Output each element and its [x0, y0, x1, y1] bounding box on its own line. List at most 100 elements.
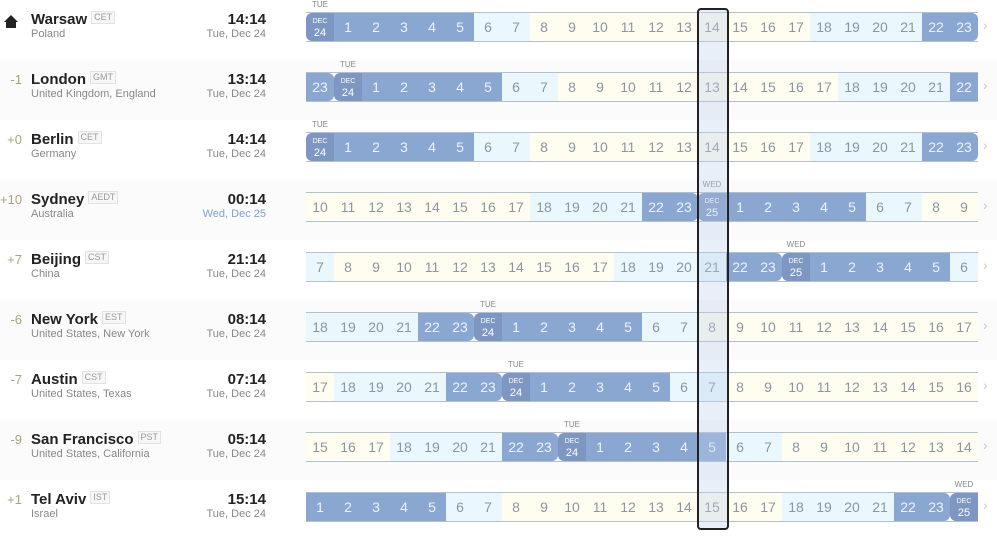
- hour-cell[interactable]: 22: [642, 193, 670, 221]
- hour-cell[interactable]: 15: [726, 13, 754, 41]
- hour-cell[interactable]: 3: [866, 253, 894, 281]
- hour-cell[interactable]: 15: [894, 313, 922, 341]
- hour-cell[interactable]: 6: [446, 493, 474, 521]
- hour-cell[interactable]: 10: [390, 253, 418, 281]
- hour-cell[interactable]: 4: [894, 253, 922, 281]
- hour-cell[interactable]: 3: [418, 73, 446, 101]
- hour-cell[interactable]: 13: [390, 193, 418, 221]
- hour-strip[interactable]: TUE DEC 24 1 2 3 4 5 6 7 8 9 10 11 12 13 14 15 16 17 18 19 20 2…: [306, 0, 978, 42]
- hour-cell[interactable]: 7: [670, 313, 698, 341]
- hour-cell[interactable]: 19: [642, 253, 670, 281]
- hour-cell[interactable]: 15: [754, 73, 782, 101]
- hour-cell[interactable]: 23: [446, 313, 474, 341]
- hour-cell[interactable]: 6: [726, 433, 754, 461]
- hour-cell[interactable]: 11: [642, 73, 670, 101]
- hour-cell[interactable]: 14: [670, 493, 698, 521]
- hour-cell[interactable]: 2: [754, 193, 782, 221]
- hour-cell[interactable]: 12: [810, 313, 838, 341]
- hour-cell[interactable]: 13: [474, 253, 502, 281]
- hour-cell[interactable]: 10: [558, 493, 586, 521]
- hour-cell[interactable]: 10: [306, 193, 334, 221]
- hour-strip[interactable]: 17 18 19 20 21 22 23 TUE DEC 24 1 2 3 4 5 6 7 8 9 10 11 12 13 1…: [306, 360, 978, 402]
- hour-cell[interactable]: 9: [810, 433, 838, 461]
- hour-cell[interactable]: 20: [894, 73, 922, 101]
- hour-cell[interactable]: 22: [894, 493, 922, 521]
- hour-cell[interactable]: 7: [502, 133, 530, 161]
- hour-cell[interactable]: 8: [782, 433, 810, 461]
- chevron-right-icon[interactable]: ›: [983, 437, 988, 453]
- hour-cell[interactable]: 1: [306, 493, 334, 521]
- hour-strip[interactable]: 18 19 20 21 22 23 TUE DEC 24 1 2 3 4 5 6 7 8 9 10 11 12 13 14 1…: [306, 300, 978, 342]
- hour-cell[interactable]: 23: [950, 13, 978, 41]
- hour-cell[interactable]: 2: [838, 253, 866, 281]
- hour-cell[interactable]: 3: [586, 373, 614, 401]
- hour-cell[interactable]: 17: [754, 493, 782, 521]
- hour-cell[interactable]: 20: [866, 133, 894, 161]
- day-start-cell[interactable]: DEC 25: [698, 193, 726, 221]
- day-start-cell[interactable]: DEC 24: [474, 313, 502, 341]
- hour-cell[interactable]: 21: [866, 493, 894, 521]
- hour-cell[interactable]: 19: [558, 193, 586, 221]
- hour-cell[interactable]: 17: [950, 313, 978, 341]
- hour-cell[interactable]: 3: [782, 193, 810, 221]
- hour-cell[interactable]: 7: [502, 13, 530, 41]
- hour-cell[interactable]: 5: [922, 253, 950, 281]
- hour-cell[interactable]: 10: [782, 373, 810, 401]
- hour-cell[interactable]: 18: [390, 433, 418, 461]
- hour-cell[interactable]: 2: [530, 313, 558, 341]
- hour-cell[interactable]: 23: [474, 373, 502, 401]
- hour-cell[interactable]: 3: [390, 133, 418, 161]
- day-start-cell[interactable]: DEC 25: [950, 493, 978, 521]
- hour-cell[interactable]: 8: [698, 313, 726, 341]
- hour-cell[interactable]: 11: [866, 433, 894, 461]
- hour-cell[interactable]: 22: [726, 253, 754, 281]
- hour-cell[interactable]: 16: [922, 313, 950, 341]
- hour-cell[interactable]: 22: [502, 433, 530, 461]
- hour-cell[interactable]: 9: [362, 253, 390, 281]
- hour-cell[interactable]: 20: [670, 253, 698, 281]
- hour-cell[interactable]: 8: [502, 493, 530, 521]
- hour-cell[interactable]: 15: [726, 133, 754, 161]
- hour-cell[interactable]: 20: [446, 433, 474, 461]
- hour-cell[interactable]: 17: [782, 13, 810, 41]
- day-start-cell[interactable]: DEC 24: [334, 73, 362, 101]
- hour-cell[interactable]: 3: [642, 433, 670, 461]
- hour-cell[interactable]: 8: [530, 13, 558, 41]
- hour-cell[interactable]: 3: [390, 13, 418, 41]
- hour-cell[interactable]: 4: [418, 133, 446, 161]
- hour-cell[interactable]: 21: [894, 133, 922, 161]
- hour-cell[interactable]: 12: [642, 133, 670, 161]
- hour-cell[interactable]: 2: [558, 373, 586, 401]
- hour-cell[interactable]: 11: [782, 313, 810, 341]
- hour-cell[interactable]: 22: [922, 13, 950, 41]
- hour-cell[interactable]: 23: [670, 193, 698, 221]
- day-start-cell[interactable]: DEC 24: [502, 373, 530, 401]
- hour-cell[interactable]: 5: [446, 133, 474, 161]
- hour-cell[interactable]: 11: [810, 373, 838, 401]
- timezone-row[interactable]: Warsaw CET Poland 14:14 Tue, Dec 24 TUE DEC 24 1…: [0, 0, 997, 60]
- hour-cell[interactable]: 6: [866, 193, 894, 221]
- hour-cell[interactable]: 8: [334, 253, 362, 281]
- hour-cell[interactable]: 4: [614, 373, 642, 401]
- hour-cell[interactable]: 3: [362, 493, 390, 521]
- hour-cell[interactable]: 14: [950, 433, 978, 461]
- hour-cell[interactable]: 9: [558, 133, 586, 161]
- chevron-right-icon[interactable]: ›: [983, 77, 988, 93]
- hour-cell[interactable]: 12: [614, 493, 642, 521]
- hour-cell[interactable]: 12: [642, 13, 670, 41]
- hour-cell[interactable]: 22: [446, 373, 474, 401]
- hour-cell[interactable]: 16: [782, 73, 810, 101]
- hour-cell[interactable]: 13: [670, 133, 698, 161]
- hour-cell[interactable]: 23: [306, 73, 334, 101]
- hour-cell[interactable]: 1: [362, 73, 390, 101]
- hour-cell[interactable]: 10: [614, 73, 642, 101]
- hour-cell[interactable]: 9: [726, 313, 754, 341]
- chevron-right-icon[interactable]: ›: [983, 317, 988, 333]
- hour-cell[interactable]: 19: [810, 493, 838, 521]
- hour-cell[interactable]: 12: [362, 193, 390, 221]
- hour-cell[interactable]: 1: [530, 373, 558, 401]
- hour-cell[interactable]: 17: [810, 73, 838, 101]
- hour-cell[interactable]: 18: [810, 133, 838, 161]
- hour-cell[interactable]: 7: [306, 253, 334, 281]
- hour-cell[interactable]: 12: [446, 253, 474, 281]
